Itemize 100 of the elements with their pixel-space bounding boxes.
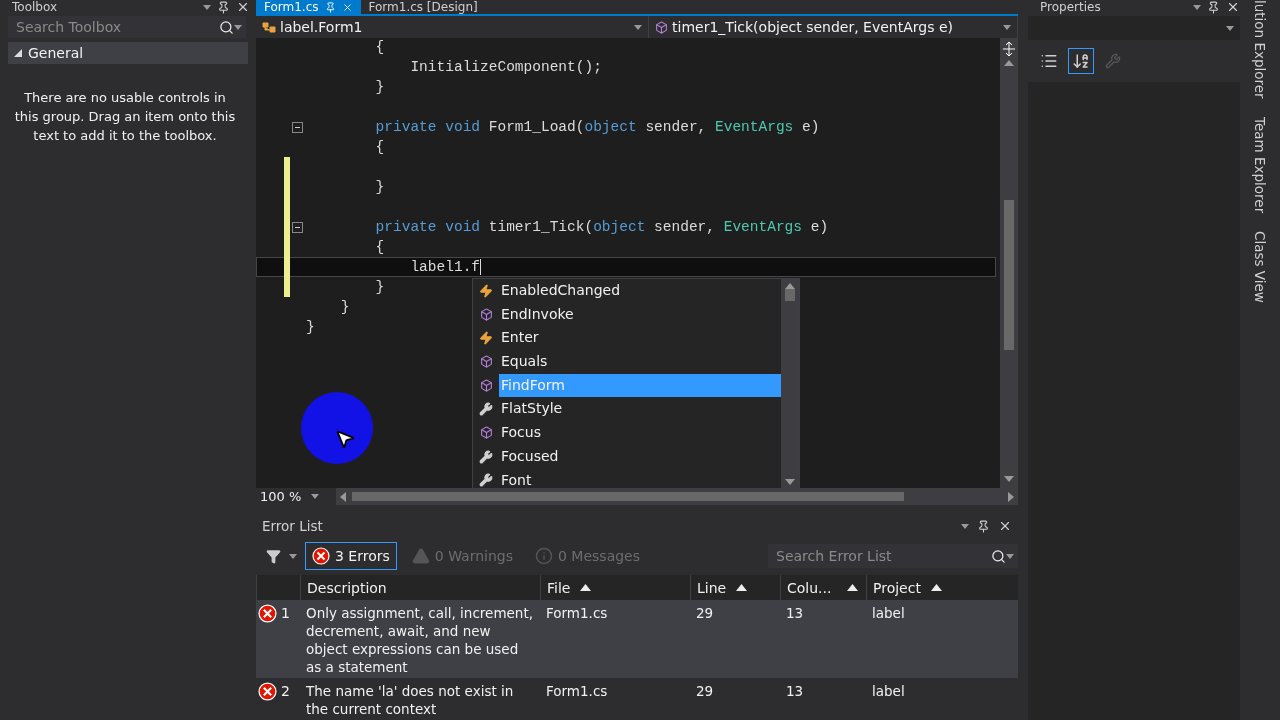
document-tab[interactable]: Form1.cs [Design]	[360, 0, 486, 14]
code-line: {	[374, 139, 385, 155]
wrench-icon	[479, 473, 493, 488]
zoom-dropdown[interactable]: 100 %	[256, 489, 336, 504]
collapse-icon[interactable]	[292, 221, 303, 233]
code-line: }	[339, 299, 350, 315]
cube-icon	[479, 355, 493, 369]
column-header[interactable]: File	[540, 575, 690, 600]
dropdown-arrow-icon[interactable]	[289, 553, 297, 559]
panel-title: Toolbox	[12, 0, 58, 14]
wrench-icon	[1105, 53, 1121, 69]
toolbox-group-header[interactable]: General	[8, 42, 248, 64]
row-number: 1	[281, 604, 290, 622]
completion-item[interactable]: EnabledChanged	[499, 279, 781, 303]
side-tab[interactable]: Team Explorer	[1252, 116, 1268, 213]
search-icon[interactable]	[991, 548, 1006, 564]
code-line: }	[374, 179, 385, 195]
close-icon[interactable]	[341, 1, 353, 13]
completion-item[interactable]: FlatStyle	[499, 397, 781, 422]
code-editor[interactable]	[256, 38, 1018, 488]
completion-item[interactable]: EndInvoke	[499, 302, 781, 327]
dropdown-arrow-icon[interactable]	[1006, 553, 1014, 559]
dropdown-arrow-icon[interactable]	[634, 24, 642, 30]
dropdown-arrow-icon[interactable]	[1193, 4, 1201, 10]
sort-ascending-icon	[736, 584, 748, 591]
lightning-icon	[479, 331, 493, 346]
scrollbar-thumb[interactable]	[352, 492, 904, 501]
column-header[interactable]: Description	[300, 575, 540, 600]
code-line: {	[374, 39, 385, 55]
filter-toggle-button[interactable]: 3 Errors	[305, 542, 397, 570]
column-header[interactable]: Line	[690, 575, 780, 600]
scroll-up-arrow-icon[interactable]	[785, 283, 795, 289]
code-line: }	[374, 79, 385, 95]
completion-item[interactable]: Font	[499, 468, 781, 488]
table-cell: Form1.cs	[540, 600, 690, 678]
vertical-scrollbar[interactable]	[1000, 38, 1018, 488]
code-line: {	[374, 239, 385, 255]
warning-icon	[411, 547, 430, 565]
wrench-icon	[479, 449, 493, 464]
expand-arrow-icon	[14, 49, 22, 57]
completion-item[interactable]: Focused	[499, 444, 781, 469]
dropdown-arrow-icon[interactable]	[961, 523, 969, 529]
error-icon	[312, 547, 330, 565]
dropdown-arrow-icon[interactable]	[311, 494, 320, 499]
code-line: }	[306, 319, 315, 335]
dropdown-arrow-icon[interactable]	[1226, 25, 1234, 31]
side-tab[interactable]: lution Explorer	[1252, 0, 1268, 99]
completion-item[interactable]: Equals	[499, 350, 781, 374]
sort-ascending-icon	[847, 584, 858, 591]
completion-item[interactable]: Focus	[499, 421, 781, 445]
collapse-icon[interactable]	[292, 121, 303, 133]
search-icon[interactable]	[219, 19, 234, 35]
code-line: private void Form1_Load(object sender, EventArgs e)	[374, 119, 820, 135]
code-line: }	[374, 279, 385, 295]
table-cell: label	[866, 600, 1018, 678]
code-line: InitializeComponent();	[409, 59, 602, 75]
empty-group-message: There are no usable controls in this group. Drag an item onto this text to add it to the toolbox.	[14, 89, 236, 145]
sort-ascending-icon	[930, 584, 942, 591]
scroll-down-arrow-icon[interactable]	[1004, 476, 1014, 482]
search-field[interactable]: Search Toolbox	[8, 16, 246, 38]
completion-item[interactable]: Enter	[499, 326, 781, 351]
categorized-list-icon	[1040, 52, 1058, 70]
scroll-right-arrow-icon[interactable]	[1008, 491, 1014, 502]
splitter-icon[interactable]	[1003, 42, 1015, 56]
filter-icon[interactable]	[266, 548, 281, 564]
wrench-icon	[479, 402, 493, 417]
side-tab[interactable]: Class View	[1252, 230, 1268, 303]
lightning-icon	[479, 283, 493, 298]
search-field[interactable]: Search Error List	[768, 544, 1018, 568]
cube-icon	[479, 379, 493, 393]
code-line: label1.f	[409, 258, 482, 276]
close-icon[interactable]	[1226, 0, 1240, 14]
scroll-left-arrow-icon[interactable]	[340, 491, 346, 502]
column-header[interactable]: Project	[866, 575, 1018, 600]
info-icon	[535, 547, 553, 565]
panel-title: Properties	[1040, 0, 1102, 14]
error-icon	[258, 682, 277, 701]
close-icon[interactable]	[998, 519, 1012, 533]
scroll-up-arrow-icon[interactable]	[1004, 60, 1014, 66]
pin-icon[interactable]	[1207, 0, 1220, 14]
close-icon[interactable]	[236, 0, 250, 14]
mouse-pointer-icon	[334, 428, 356, 450]
list-scrollbar[interactable]	[781, 279, 799, 488]
document-tab[interactable]: Form1.cs	[256, 0, 361, 14]
sort-ascending-icon	[580, 584, 592, 591]
properties-toolbar-button[interactable]	[1068, 48, 1094, 74]
dropdown-arrow-icon[interactable]	[1003, 24, 1011, 30]
dropdown-arrow-icon[interactable]	[203, 4, 211, 10]
row-number: 2	[281, 682, 290, 700]
pin-icon[interactable]	[977, 519, 990, 533]
cube-icon	[479, 426, 493, 440]
column-header[interactable]: Colu...	[780, 575, 866, 600]
horizontal-scrollbar[interactable]	[336, 488, 1018, 505]
scrollbar-thumb[interactable]	[785, 289, 795, 301]
scroll-down-arrow-icon[interactable]	[785, 479, 795, 485]
dropdown-arrow-icon[interactable]	[234, 24, 242, 30]
pin-icon[interactable]	[217, 0, 230, 14]
search-input[interactable]: Search Toolbox	[14, 18, 219, 36]
scrollbar-thumb[interactable]	[1004, 200, 1014, 350]
search-input[interactable]: Search Error List	[774, 547, 991, 565]
